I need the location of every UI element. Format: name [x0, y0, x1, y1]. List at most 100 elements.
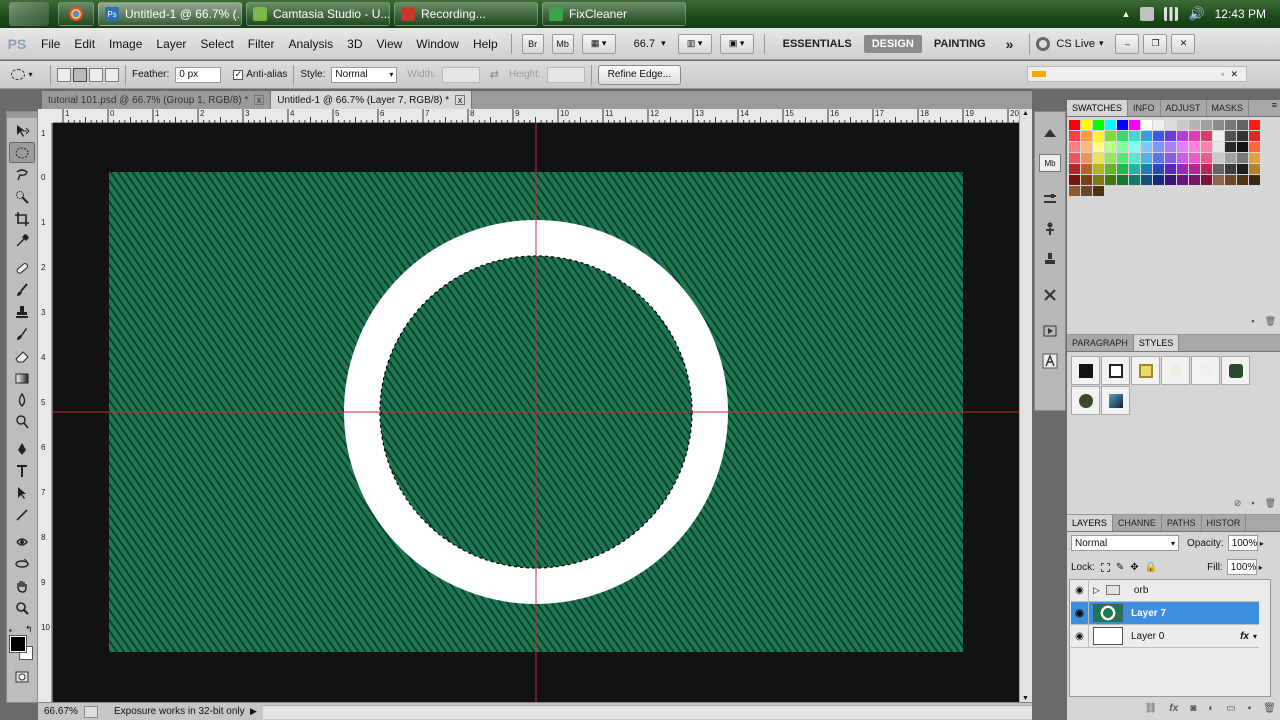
restore-button[interactable]: ❐	[1143, 33, 1168, 54]
close-window-button[interactable]: ✕	[1171, 33, 1196, 54]
widget-restore-icon[interactable]: ▫	[1221, 70, 1224, 79]
color-swatch[interactable]	[1153, 120, 1164, 130]
color-swatch[interactable]	[1213, 142, 1224, 152]
color-swatch[interactable]	[1213, 153, 1224, 163]
clone-stamp-tool[interactable]	[9, 301, 35, 322]
menu-layer[interactable]: Layer	[149, 37, 193, 51]
color-swatch[interactable]	[1189, 131, 1200, 141]
tab-paragraph[interactable]: PARAGRAPH	[1067, 335, 1134, 351]
color-swatch[interactable]	[1153, 175, 1164, 185]
chevron-right-icon[interactable]: ▸	[1259, 563, 1263, 572]
color-swatch[interactable]	[1117, 131, 1128, 141]
color-swatch[interactable]	[1129, 153, 1140, 163]
mini-bridge-panel-button[interactable]	[1039, 124, 1061, 142]
color-swatch[interactable]	[1249, 131, 1260, 141]
status-menu-icon[interactable]	[84, 705, 98, 718]
color-swatch[interactable]	[1165, 153, 1176, 163]
color-swatch[interactable]	[1081, 153, 1092, 163]
color-swatch[interactable]	[1105, 164, 1116, 174]
quick-selection-tool[interactable]	[9, 186, 35, 207]
new-selection-icon[interactable]	[57, 67, 71, 82]
color-swatch[interactable]	[1129, 164, 1140, 174]
color-swatch[interactable]	[1105, 175, 1116, 185]
opacity-input[interactable]: 100%	[1227, 535, 1258, 551]
menu-edit[interactable]: Edit	[67, 37, 102, 51]
taskbar-camtasia-button[interactable]: Camtasia Studio - U...	[246, 2, 390, 26]
refine-edge-button[interactable]: Refine Edge...	[597, 64, 682, 85]
elliptical-marquee-tool[interactable]	[9, 142, 35, 163]
taskbar-fixcleaner-button[interactable]: FixCleaner	[542, 2, 686, 26]
trash-icon[interactable]: 🗑	[1265, 316, 1276, 330]
menu-3d[interactable]: 3D	[340, 37, 369, 51]
color-swatch[interactable]	[1165, 175, 1176, 185]
color-swatch[interactable]	[1201, 175, 1212, 185]
eye-icon[interactable]: ◉	[1071, 624, 1089, 648]
color-swatch[interactable]	[1189, 120, 1200, 130]
minimize-button[interactable]: –	[1115, 33, 1140, 54]
color-swatch[interactable]	[1141, 164, 1152, 174]
quick-mask-button[interactable]	[9, 666, 35, 687]
eye-icon[interactable]: ◉	[1071, 578, 1089, 602]
style-select[interactable]: Normal ▾	[331, 66, 398, 83]
eraser-tool[interactable]	[9, 345, 35, 366]
color-swatch[interactable]	[1237, 131, 1248, 141]
lock-all-icon[interactable]: 🔒	[1145, 562, 1157, 573]
style-swatch[interactable]	[1071, 386, 1100, 415]
feather-input[interactable]: 0 px	[175, 66, 222, 83]
color-swatch[interactable]	[1249, 175, 1260, 185]
color-swatch[interactable]	[1249, 153, 1260, 163]
color-swatch[interactable]	[1225, 153, 1236, 163]
color-swatch[interactable]	[1117, 153, 1128, 163]
tool-presets-panel-button[interactable]	[1039, 286, 1061, 304]
tab-masks[interactable]: MASKS	[1207, 100, 1250, 116]
color-swatch[interactable]	[1213, 175, 1224, 185]
color-swatch[interactable]	[1225, 175, 1236, 185]
fill-input[interactable]: 100%	[1226, 559, 1257, 575]
color-swatch[interactable]	[1249, 164, 1260, 174]
color-swatch[interactable]	[1201, 164, 1212, 174]
color-swatch[interactable]	[1225, 131, 1236, 141]
dodge-tool[interactable]	[9, 411, 35, 432]
color-swatch[interactable]	[1153, 164, 1164, 174]
intersect-selection-icon[interactable]	[105, 67, 119, 82]
vertical-scrollbar[interactable]: ▲ ▼	[1019, 109, 1032, 703]
horizontal-scrollbar[interactable]	[262, 704, 1032, 719]
color-swatch[interactable]	[1081, 164, 1092, 174]
actions-panel-button[interactable]	[1039, 322, 1061, 340]
color-swatch[interactable]	[1165, 164, 1176, 174]
tab-info[interactable]: INFO	[1128, 100, 1161, 116]
color-swatch[interactable]	[1153, 153, 1164, 163]
bridge-button[interactable]: Br	[521, 33, 544, 54]
default-colors-icon[interactable]: ▪	[9, 626, 12, 635]
healing-brush-tool[interactable]	[9, 257, 35, 278]
ruler-horizontal[interactable]: 1 0 1 2 3 4 5 6 7 8 9 10 11 12 13 14 15 …	[53, 109, 1019, 123]
color-swatch[interactable]	[1129, 131, 1140, 141]
tab-adjust[interactable]: ADJUST	[1161, 100, 1207, 116]
tab-paths[interactable]: PATHS	[1162, 515, 1202, 531]
eye-icon[interactable]: ◉	[1071, 601, 1089, 625]
color-swatch[interactable]	[1201, 131, 1212, 141]
color-swatch[interactable]	[1213, 120, 1224, 130]
menu-filter[interactable]: Filter	[241, 37, 282, 51]
gradient-tool[interactable]	[9, 367, 35, 388]
style-swatch[interactable]	[1071, 356, 1100, 385]
widget-close-icon[interactable]: ✕	[1230, 69, 1238, 80]
color-swatch[interactable]	[1093, 175, 1104, 185]
color-swatch[interactable]	[1105, 142, 1116, 152]
color-swatch[interactable]	[1093, 153, 1104, 163]
workspace-design[interactable]: DESIGN	[863, 34, 922, 53]
color-swatch[interactable]	[1081, 186, 1092, 196]
chevron-down-icon[interactable]: ▾	[1253, 632, 1257, 641]
screen-mode-dropdown[interactable]: ▣ ▾	[719, 33, 754, 54]
mask-icon[interactable]: ◙	[1190, 703, 1196, 717]
play-arrow-icon[interactable]: ▶	[250, 706, 257, 717]
color-swatch[interactable]	[1081, 142, 1092, 152]
arrange-documents-dropdown[interactable]: ▥ ▾	[677, 33, 712, 54]
color-swatch[interactable]	[1069, 120, 1080, 130]
color-swatch[interactable]	[1153, 142, 1164, 152]
color-swatch[interactable]	[1105, 120, 1116, 130]
color-swatch[interactable]	[1129, 120, 1140, 130]
expand-triangle-icon[interactable]: ▷	[1093, 585, 1100, 596]
menu-file[interactable]: File	[34, 37, 67, 51]
fx-icon[interactable]: fx	[1169, 703, 1178, 717]
